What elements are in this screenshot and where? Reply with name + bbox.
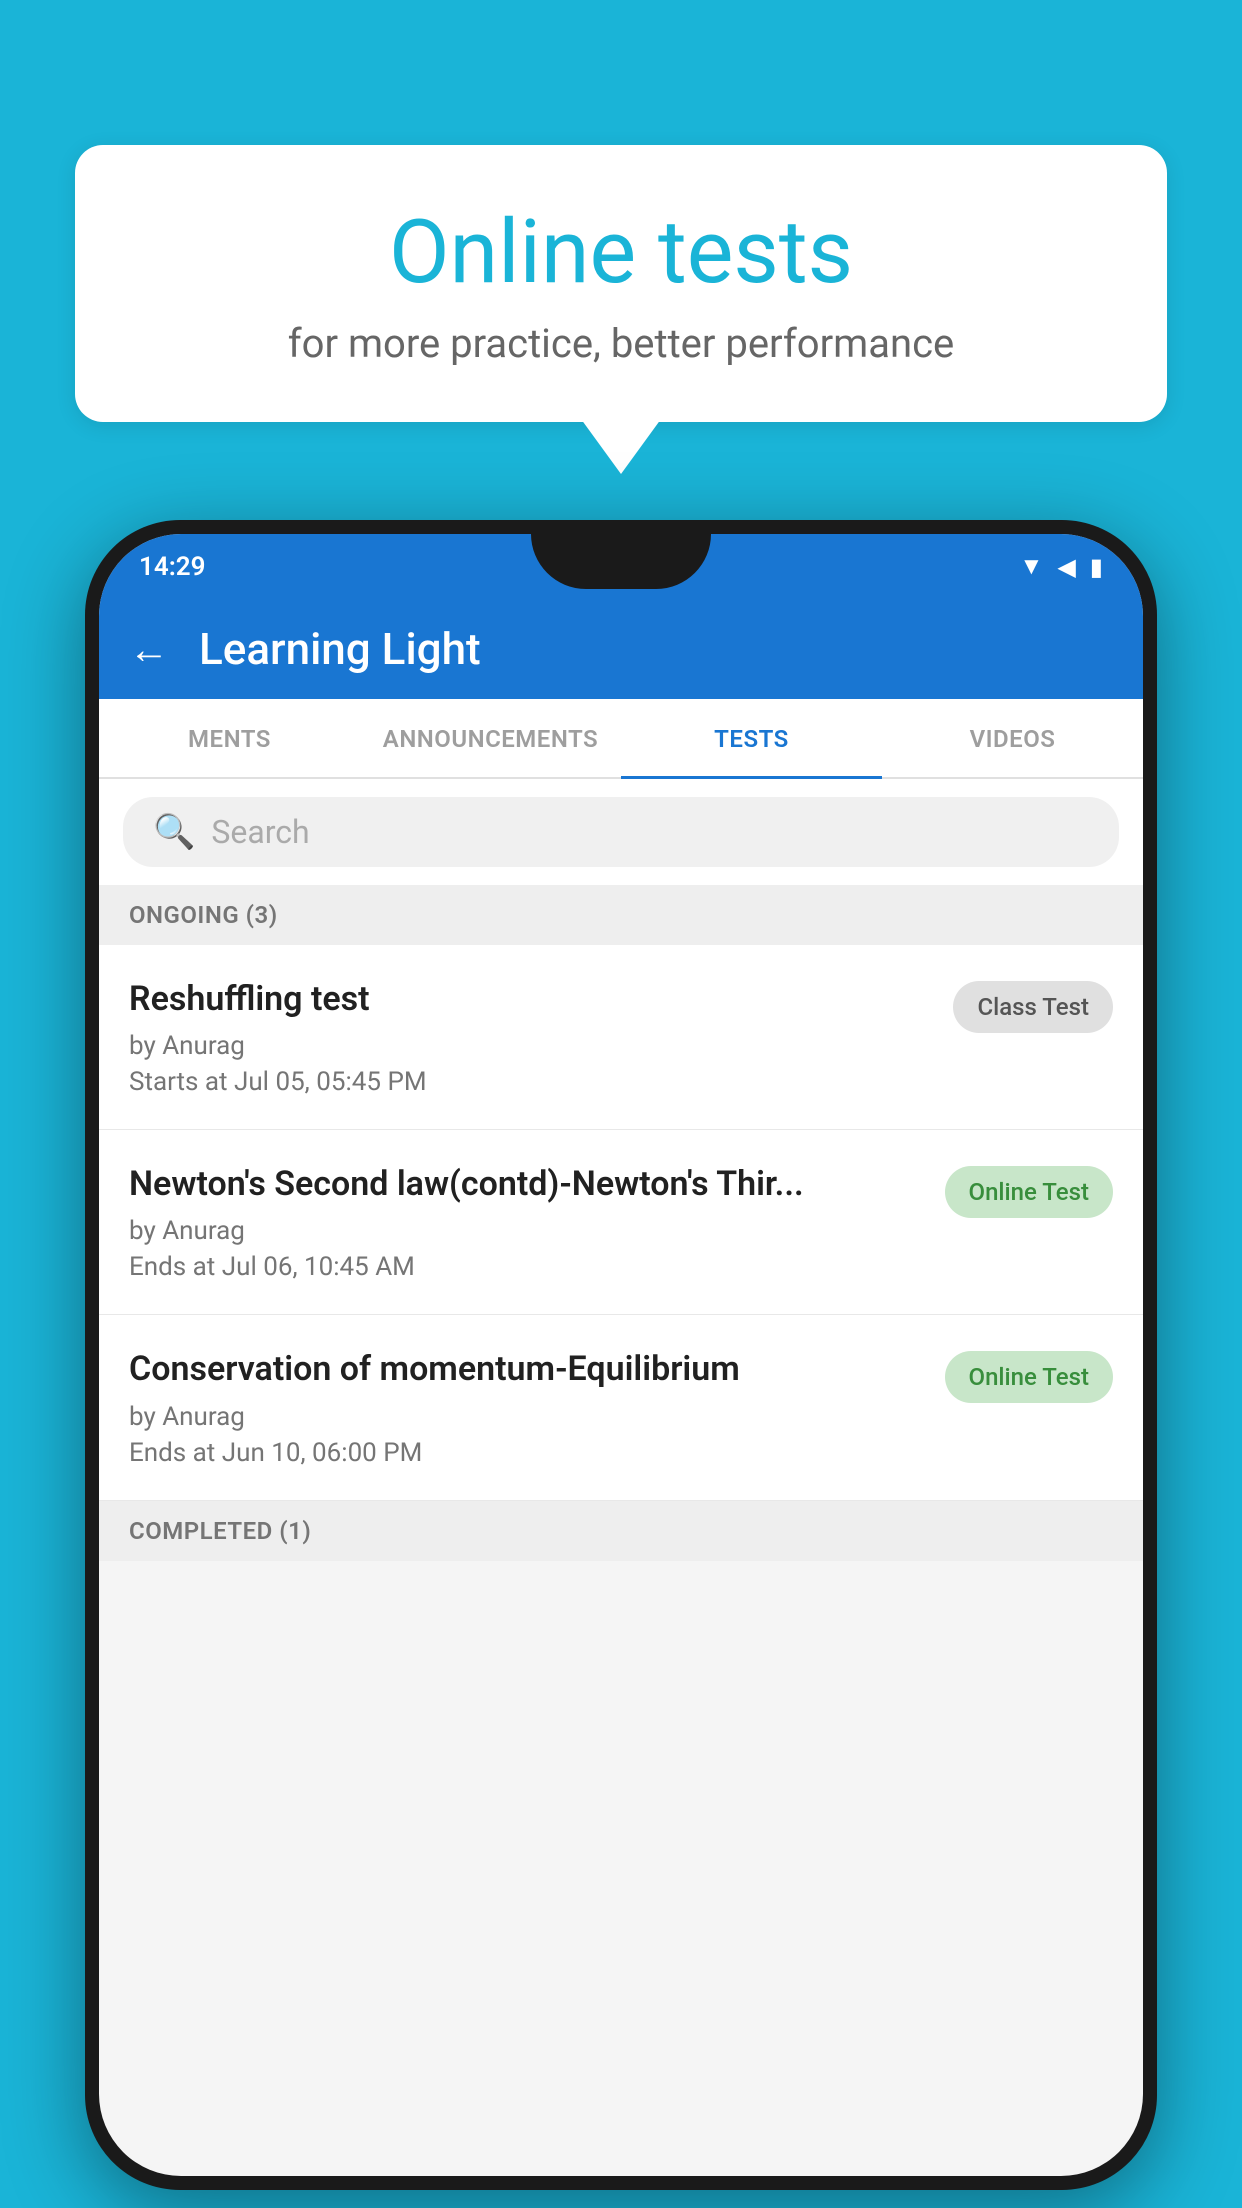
- test-item-1[interactable]: Reshuffling test by Anurag Starts at Jul…: [99, 945, 1143, 1130]
- test-badge-1: Class Test: [953, 981, 1113, 1033]
- tab-videos[interactable]: VIDEOS: [882, 701, 1143, 779]
- test-item-3[interactable]: Conservation of momentum-Equilibrium by …: [99, 1315, 1143, 1500]
- test-info-2: Newton's Second law(contd)-Newton's Thir…: [129, 1162, 925, 1282]
- test-badge-3: Online Test: [945, 1351, 1113, 1403]
- wifi-icon: ▼: [1020, 552, 1044, 581]
- test-date-2: Ends at Jul 06, 10:45 AM: [129, 1252, 925, 1282]
- notch: [531, 534, 711, 589]
- bubble-title: Online tests: [155, 205, 1087, 302]
- test-by-1: by Anurag: [129, 1031, 933, 1061]
- tab-ments[interactable]: MENTS: [99, 701, 360, 779]
- test-name-3: Conservation of momentum-Equilibrium: [129, 1347, 925, 1391]
- phone-frame: 14:29 ▼ ◀ ▮ ← Learning Light MENTS ANNOU…: [85, 520, 1157, 2190]
- search-container: 🔍 Search: [99, 779, 1143, 885]
- tab-tests[interactable]: TESTS: [621, 701, 882, 779]
- test-by-2: by Anurag: [129, 1216, 925, 1246]
- speech-bubble: Online tests for more practice, better p…: [75, 145, 1167, 422]
- bubble-subtitle: for more practice, better performance: [155, 320, 1087, 367]
- test-info-1: Reshuffling test by Anurag Starts at Jul…: [129, 977, 933, 1097]
- battery-icon: ▮: [1090, 553, 1103, 581]
- status-bar: 14:29 ▼ ◀ ▮: [99, 534, 1143, 599]
- test-name-1: Reshuffling test: [129, 977, 933, 1021]
- test-date-3: Ends at Jun 10, 06:00 PM: [129, 1438, 925, 1468]
- tab-bar: MENTS ANNOUNCEMENTS TESTS VIDEOS: [99, 699, 1143, 779]
- test-date-1: Starts at Jul 05, 05:45 PM: [129, 1067, 933, 1097]
- section-header-completed: COMPLETED (1): [99, 1501, 1143, 1561]
- section-header-ongoing: ONGOING (3): [99, 885, 1143, 945]
- search-input[interactable]: 🔍 Search: [123, 797, 1119, 867]
- status-time: 14:29: [139, 552, 206, 582]
- test-info-3: Conservation of momentum-Equilibrium by …: [129, 1347, 925, 1467]
- test-name-2: Newton's Second law(contd)-Newton's Thir…: [129, 1162, 925, 1206]
- search-icon: 🔍: [153, 812, 195, 852]
- test-by-3: by Anurag: [129, 1402, 925, 1432]
- test-item-2[interactable]: Newton's Second law(contd)-Newton's Thir…: [99, 1130, 1143, 1315]
- search-placeholder: Search: [211, 813, 309, 851]
- test-badge-2: Online Test: [945, 1166, 1113, 1218]
- status-icons: ▼ ◀ ▮: [1020, 552, 1103, 581]
- tab-announcements[interactable]: ANNOUNCEMENTS: [360, 701, 621, 779]
- signal-icon: ◀: [1057, 553, 1075, 581]
- speech-bubble-container: Online tests for more practice, better p…: [75, 145, 1167, 422]
- phone-screen: 14:29 ▼ ◀ ▮ ← Learning Light MENTS ANNOU…: [99, 534, 1143, 2176]
- app-title: Learning Light: [199, 623, 481, 675]
- app-header: ← Learning Light: [99, 599, 1143, 699]
- back-button[interactable]: ←: [129, 626, 169, 673]
